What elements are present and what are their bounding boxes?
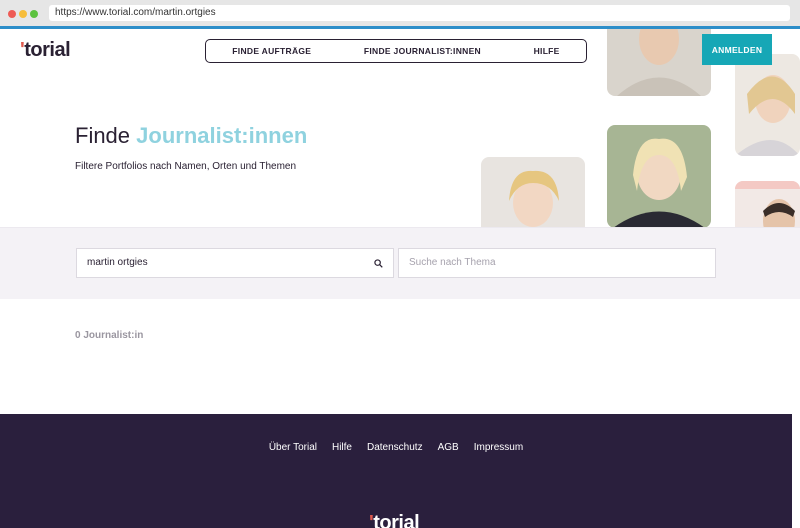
footer-link-datenschutz[interactable]: Datenschutz [367, 442, 423, 453]
page-title-accent: Journalist:innen [136, 123, 308, 148]
name-search-value: martin ortgies [87, 257, 148, 268]
footer-link-agb[interactable]: AGB [438, 442, 459, 453]
name-search-input[interactable]: martin ortgies [76, 248, 394, 278]
page: 'torial FINDE AUFTRÄGE FINDE JOURNALIST:… [0, 29, 800, 528]
close-window-icon[interactable] [8, 10, 16, 18]
nav-item-finde-journalistinnen[interactable]: FINDE JOURNALIST:INNEN [364, 46, 481, 56]
result-count: 0 Journalist:in [75, 330, 144, 341]
login-button[interactable]: ANMELDEN [702, 34, 772, 65]
footer-links: Über Torial Hilfe Datenschutz AGB Impres… [0, 442, 792, 453]
page-subtitle: Filtere Portfolios nach Namen, Orten und… [75, 161, 297, 172]
footer-link-ueber-torial[interactable]: Über Torial [269, 442, 317, 453]
topic-search-input[interactable]: Suche nach Thema [398, 248, 716, 278]
address-bar[interactable]: https://www.torial.com/martin.ortgies [49, 5, 790, 21]
nav-item-hilfe[interactable]: HILFE [534, 46, 560, 56]
footer-link-impressum[interactable]: Impressum [474, 442, 523, 453]
scrollbar-gutter [792, 414, 800, 528]
browser-chrome: https://www.torial.com/martin.ortgies [0, 0, 800, 28]
portrait-photo-2 [735, 54, 800, 156]
main-nav: FINDE AUFTRÄGE FINDE JOURNALIST:INNEN HI… [205, 39, 587, 63]
search-icon[interactable] [374, 259, 383, 268]
search-section: martin ortgies Suche nach Thema [0, 227, 800, 299]
maximize-window-icon[interactable] [30, 10, 38, 18]
footer: Über Torial Hilfe Datenschutz AGB Impres… [0, 414, 792, 528]
page-title: Finde Journalist:innen [75, 123, 308, 148]
footer-torial-logo[interactable]: 'torial [369, 512, 420, 528]
minimize-window-icon[interactable] [19, 10, 27, 18]
torial-logo[interactable]: 'torial [20, 39, 71, 62]
portrait-photo-3 [607, 125, 711, 228]
portrait-photo-1 [607, 29, 711, 96]
footer-link-hilfe[interactable]: Hilfe [332, 442, 352, 453]
nav-item-finde-auftraege[interactable]: FINDE AUFTRÄGE [232, 46, 311, 56]
